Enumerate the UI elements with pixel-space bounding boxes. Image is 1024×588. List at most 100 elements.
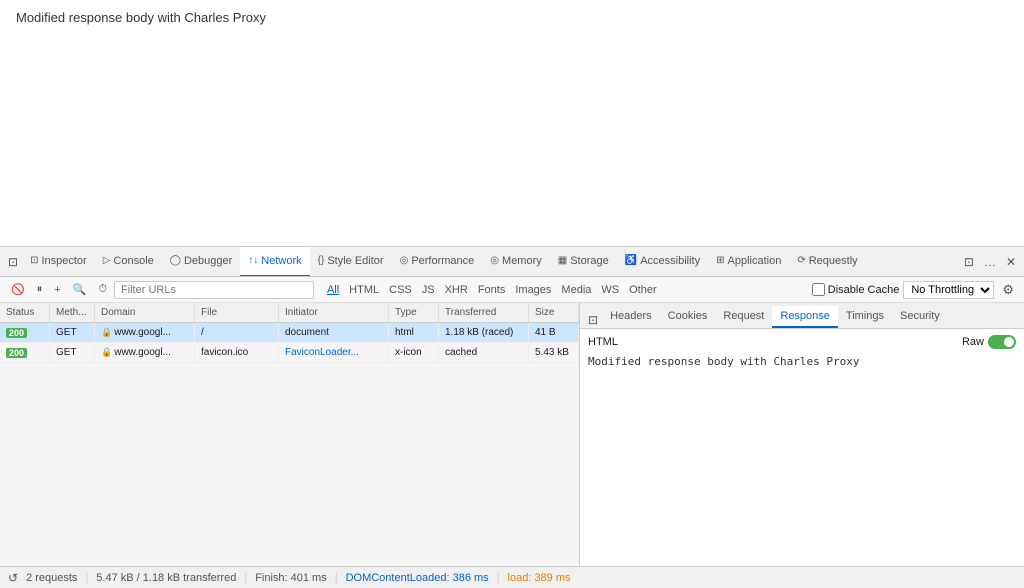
status-bar: ↺ 2 requests | 5.47 kB / 1.18 kB transfe… (0, 566, 1024, 588)
network-settings-button[interactable]: ⚙ (998, 281, 1018, 299)
console-icon: ▷ (103, 255, 111, 266)
tab-headers[interactable]: Headers (602, 306, 660, 328)
col-file: File (195, 303, 279, 322)
filter-all[interactable]: All (322, 283, 344, 297)
status-finish: Finish: 401 ms (255, 572, 327, 584)
debugger-icon: ◯ (170, 255, 181, 266)
response-panel-toggle[interactable]: ⊡ (584, 312, 602, 328)
filter-html[interactable]: HTML (344, 283, 384, 297)
application-icon: ⊞ (716, 255, 724, 266)
filter-images[interactable]: Images (510, 283, 556, 297)
cell-initiator: FaviconLoader... (279, 343, 389, 362)
more-button[interactable]: … (980, 248, 1000, 276)
tab-security[interactable]: Security (892, 306, 948, 328)
filter-css[interactable]: CSS (384, 283, 417, 297)
tab-style-editor[interactable]: {} Style Editor (310, 247, 392, 277)
raw-toggle: Raw (962, 335, 1016, 349)
tab-requestly[interactable]: ⟳ Requestly (789, 247, 865, 277)
devtools-panel: ⊡ ⊡ Inspector ▷ Console ◯ Debugger ↑↓ Ne… (0, 246, 1024, 566)
cell-file: favicon.ico (195, 343, 279, 362)
cell-initiator: document (279, 323, 389, 342)
status-dom-content-loaded: DOMContentLoaded: 386 ms (346, 572, 489, 584)
filter-url-input[interactable] (114, 281, 314, 299)
network-toolbar: 🚫 ⏸ + 🔍 ⏱ All HTML CSS JS XHR Fonts Imag… (0, 277, 1024, 303)
clear-requests-button[interactable]: 🚫 (6, 281, 30, 298)
network-right-options: Disable Cache No Throttling ⚙ (812, 281, 1018, 299)
status-sep-1: | (85, 572, 88, 584)
tab-storage[interactable]: ▦ Storage (550, 247, 617, 277)
search-button[interactable]: 🔍 (68, 281, 92, 298)
status-requests: 2 requests (26, 572, 77, 584)
cell-domain: 🔒www.googl... (95, 323, 195, 342)
lock-icon: 🔒 (101, 327, 112, 338)
lock-icon: 🔒 (101, 347, 112, 358)
col-size: Size (529, 303, 579, 322)
filter-js[interactable]: JS (417, 283, 440, 297)
cell-type: x-icon (389, 343, 439, 362)
col-initiator: Initiator (279, 303, 389, 322)
tab-memory[interactable]: ◎ Memory (482, 247, 549, 277)
table-body: 200 GET 🔒www.googl... / document html 1.… (0, 323, 579, 566)
col-domain: Domain (95, 303, 195, 322)
col-transferred: Transferred (439, 303, 529, 322)
cell-size: 5.43 kB (529, 343, 579, 362)
cell-file: / (195, 323, 279, 342)
response-panel: ⊡ Headers Cookies Request Response Timin… (580, 303, 1024, 566)
status-sep-3: | (335, 572, 338, 584)
toggle-knob (1004, 337, 1014, 347)
status-badge: 200 (6, 328, 27, 338)
tab-application[interactable]: ⊞ Application (708, 247, 789, 277)
response-body: Modified response body with Charles Prox… (588, 355, 1016, 368)
status-sep-2: | (244, 572, 247, 584)
devtools-toolbar-right: ⊡ … ✕ (960, 248, 1020, 276)
col-type: Type (389, 303, 439, 322)
filter-xhr[interactable]: XHR (440, 283, 473, 297)
memory-icon: ◎ (490, 255, 499, 266)
requestly-icon: ⟳ (797, 255, 805, 266)
tab-cookies[interactable]: Cookies (660, 306, 716, 328)
table-header: Status Meth... Domain File Initiator Typ… (0, 303, 579, 323)
table-row[interactable]: 200 GET 🔒www.googl... / document html 1.… (0, 323, 579, 343)
cell-domain: 🔒www.googl... (95, 343, 195, 362)
tab-console[interactable]: ▷ Console (95, 247, 162, 277)
inspect-element-button[interactable]: ⊡ (4, 248, 22, 276)
browser-content: Modified response body with Charles Prox… (0, 0, 1024, 246)
style-editor-icon: {} (318, 255, 325, 266)
status-transferred: 5.47 kB / 1.18 kB transferred (96, 572, 236, 584)
cell-type: html (389, 323, 439, 342)
filter-media[interactable]: Media (556, 283, 596, 297)
dock-button[interactable]: ⊡ (960, 248, 978, 276)
tab-request[interactable]: Request (715, 306, 772, 328)
tab-response[interactable]: Response (772, 306, 838, 328)
page-title: Modified response body with Charles Prox… (16, 10, 266, 25)
raw-label: Raw (962, 336, 984, 348)
tab-inspector[interactable]: ⊡ Inspector (22, 247, 95, 277)
disable-cache-label[interactable]: Disable Cache (812, 283, 900, 296)
status-badge: 200 (6, 348, 27, 358)
response-tabs: ⊡ Headers Cookies Request Response Timin… (580, 303, 1024, 329)
devtools-toolbar: ⊡ ⊡ Inspector ▷ Console ◯ Debugger ↑↓ Ne… (0, 247, 1024, 277)
raw-toggle-switch[interactable] (988, 335, 1016, 349)
tab-timings[interactable]: Timings (838, 306, 892, 328)
add-filter-button[interactable]: + (49, 282, 65, 298)
tab-performance[interactable]: ◎ Performance (392, 247, 483, 277)
close-devtools-button[interactable]: ✕ (1002, 248, 1020, 276)
network-table: Status Meth... Domain File Initiator Typ… (0, 303, 580, 566)
tab-debugger[interactable]: ◯ Debugger (162, 247, 241, 277)
type-filter-bar: All HTML CSS JS XHR Fonts Images Media W… (322, 283, 662, 297)
filter-fonts[interactable]: Fonts (473, 283, 511, 297)
reload-icon[interactable]: ↺ (8, 571, 18, 585)
response-subheader: HTML Raw (588, 335, 1016, 349)
response-type-label: HTML (588, 336, 618, 348)
tab-network[interactable]: ↑↓ Network (240, 247, 309, 277)
inspector-icon: ⊡ (30, 255, 38, 266)
disable-cache-checkbox[interactable] (812, 283, 825, 296)
tab-accessibility[interactable]: ♿ Accessibility (617, 247, 708, 277)
pause-recording-button[interactable]: ⏸ (32, 281, 48, 298)
filter-other[interactable]: Other (624, 283, 662, 297)
throttle-select[interactable]: No Throttling (903, 281, 994, 299)
time-button[interactable]: ⏱ (93, 281, 112, 298)
filter-ws[interactable]: WS (596, 283, 624, 297)
cell-size: 41 B (529, 323, 579, 342)
table-row[interactable]: 200 GET 🔒www.googl... favicon.ico Favico… (0, 343, 579, 363)
